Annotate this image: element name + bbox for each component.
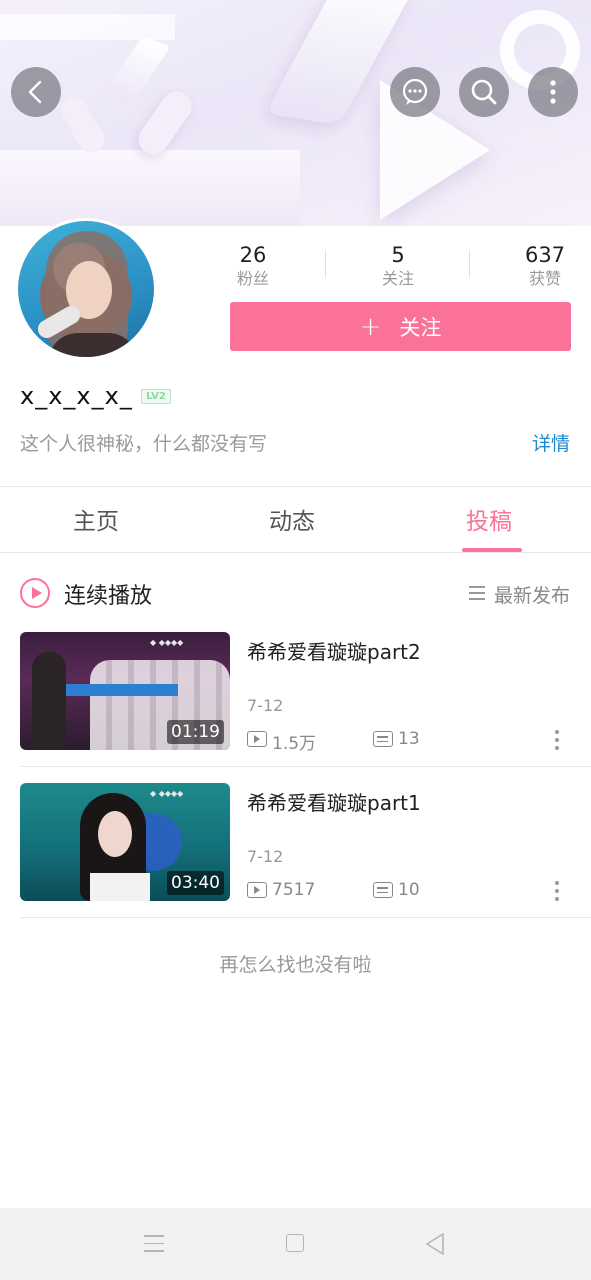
stat-value: 26 (239, 243, 267, 267)
view-count: 7517 (272, 880, 316, 900)
watermark-logo: ◆ ◆◆◆◆ (150, 789, 184, 798)
divider (0, 486, 591, 487)
divider (20, 766, 591, 767)
banner-decoration (56, 92, 110, 158)
video-date: 7-12 (247, 847, 284, 866)
message-button[interactable] (390, 67, 440, 117)
avatar[interactable] (15, 218, 157, 360)
divider (325, 250, 326, 278)
banner-decoration (0, 150, 300, 226)
continuous-play-label[interactable]: 连续播放 (64, 578, 152, 610)
stat-label: 粉丝 (236, 269, 269, 288)
video-item[interactable]: ◆ ◆◆◆◆ 01:19 希希爱看璇璇part2 7-12 1.5万 13 (20, 632, 591, 766)
video-title[interactable]: 希希爱看璇璇part2 (247, 636, 421, 665)
vertical-dots-icon (550, 80, 556, 104)
comment-count: 10 (398, 880, 420, 900)
follow-button[interactable]: + 关注 (230, 302, 571, 351)
video-thumbnail[interactable]: ◆ ◆◆◆◆ 03:40 (20, 783, 230, 901)
detail-link[interactable]: 详情 (532, 429, 570, 456)
watermark-logo: ◆ ◆◆◆◆ (150, 638, 184, 647)
search-icon (471, 79, 497, 105)
divider (0, 552, 591, 553)
chevron-left-icon (28, 80, 42, 104)
play-count-icon (247, 882, 267, 898)
back-button[interactable] (11, 67, 61, 117)
chat-bubble-icon (402, 78, 428, 105)
divider (20, 917, 591, 918)
stat-fans[interactable]: 26 粉丝 (228, 242, 278, 290)
status-bar (0, 14, 175, 40)
video-duration: 03:40 (167, 871, 224, 895)
home-icon[interactable] (286, 1234, 304, 1252)
video-duration: 01:19 (167, 720, 224, 744)
back-triangle-icon[interactable] (424, 1232, 446, 1256)
stat-value: 5 (391, 243, 405, 267)
view-count: 1.5万 (272, 734, 317, 754)
stat-value: 637 (524, 243, 566, 267)
video-date: 7-12 (247, 696, 284, 715)
bio: 这个人很神秘，什么都没有写 (20, 433, 268, 455)
play-count-icon (247, 731, 267, 747)
stat-following[interactable]: 5 关注 (373, 242, 423, 290)
tab-home[interactable]: 主页 (73, 502, 119, 536)
comment-icon (373, 882, 393, 898)
video-title[interactable]: 希希爱看璇璇part1 (247, 787, 421, 816)
profile-banner (0, 0, 591, 226)
search-button[interactable] (459, 67, 509, 117)
tab-dynamics[interactable]: 动态 (269, 502, 315, 536)
plus-icon: + (359, 311, 382, 342)
more-vertical-icon[interactable] (555, 730, 559, 754)
stat-label: 获赞 (528, 269, 561, 288)
list-icon[interactable] (469, 586, 485, 600)
sort-dropdown[interactable]: 最新发布 (494, 581, 570, 608)
divider (469, 250, 470, 278)
system-nav-bar (0, 1208, 591, 1280)
tab-submissions[interactable]: 投稿 (466, 502, 512, 536)
comment-icon (373, 731, 393, 747)
follow-label: 关注 (399, 315, 442, 340)
username: x_x_x_x_ (20, 382, 133, 410)
more-vertical-icon[interactable] (555, 881, 559, 905)
video-item[interactable]: ◆ ◆◆◆◆ 03:40 希希爱看璇璇part1 7-12 7517 10 (20, 783, 591, 917)
more-button[interactable] (528, 67, 578, 117)
banner-decoration (103, 36, 171, 104)
end-of-list-message: 再怎么找也没有啦 (219, 954, 372, 976)
stat-label: 关注 (381, 269, 414, 288)
play-all-icon[interactable] (20, 578, 50, 608)
level-badge: LV2 (141, 389, 171, 404)
video-thumbnail[interactable]: ◆ ◆◆◆◆ 01:19 (20, 632, 230, 750)
comment-count: 13 (398, 729, 420, 749)
menu-icon[interactable] (144, 1235, 164, 1258)
stat-likes[interactable]: 637 获赞 (520, 242, 570, 290)
